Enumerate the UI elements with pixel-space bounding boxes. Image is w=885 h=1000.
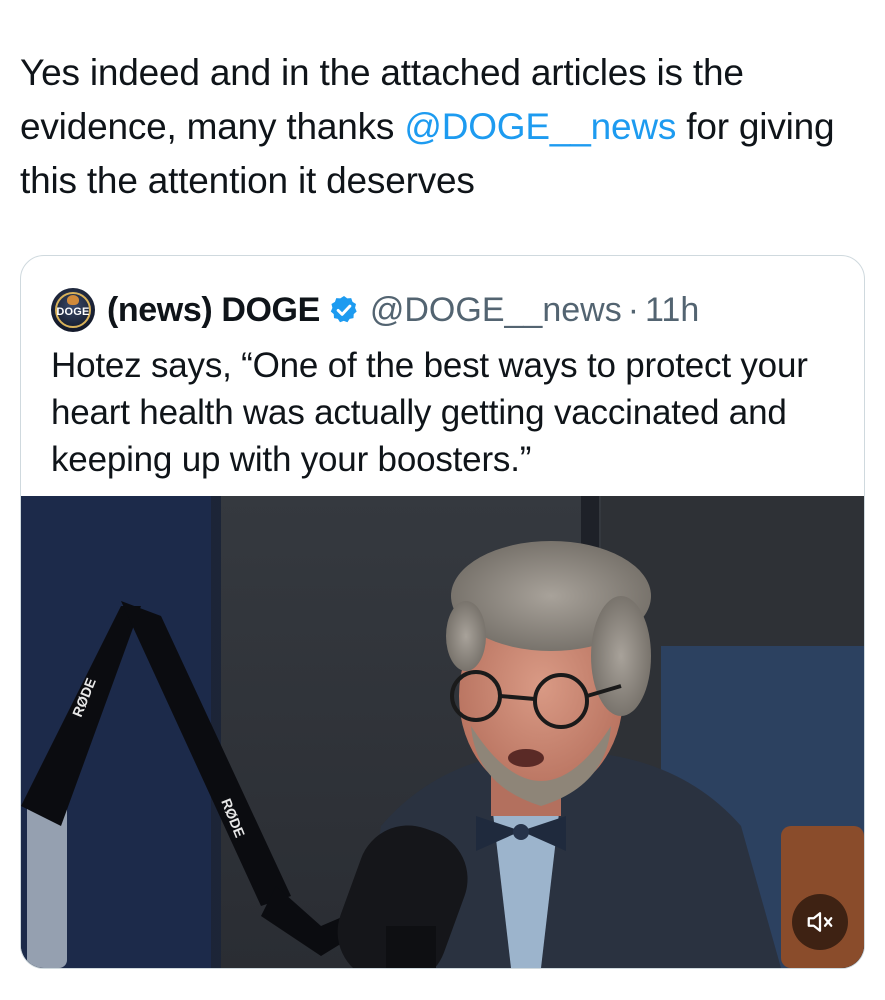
verified-badge-icon xyxy=(328,294,360,326)
avatar[interactable]: DOGE xyxy=(51,288,95,332)
mute-toggle-button[interactable] xyxy=(792,894,848,950)
video-frame-illustration: RØDE RØDE xyxy=(21,496,864,968)
quoted-tweet-header: DOGE (news) DOGE @DOGE__news · 11h xyxy=(51,284,699,336)
quoted-tweet-text: Hotez says, “One of the best ways to pro… xyxy=(51,346,808,479)
speaker-muted-icon xyxy=(807,912,833,932)
tweet-text: Yes indeed and in the attached articles … xyxy=(20,46,860,208)
display-name[interactable]: (news) DOGE xyxy=(107,291,320,330)
mention-link[interactable]: @DOGE__news xyxy=(404,106,676,147)
handle[interactable]: @DOGE__news xyxy=(370,291,622,330)
separator-dot: · xyxy=(627,290,640,329)
timestamp[interactable]: 11h xyxy=(645,291,699,330)
avatar-dog-face xyxy=(67,295,79,305)
video-thumbnail[interactable]: RØDE RØDE xyxy=(21,496,864,968)
quoted-tweet-card[interactable]: DOGE (news) DOGE @DOGE__news · 11h Hotez… xyxy=(20,255,865,969)
avatar-logo-text: DOGE xyxy=(56,306,90,318)
